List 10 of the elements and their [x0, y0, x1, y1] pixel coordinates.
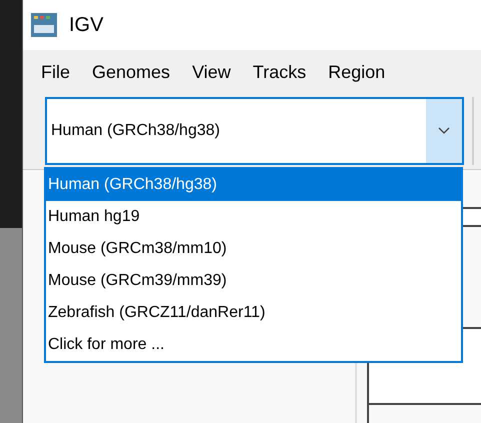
menu-item[interactable]: View [192, 59, 231, 86]
app-logo-icon [31, 13, 57, 37]
menu-item[interactable]: Genomes [92, 59, 170, 86]
chevron-down-icon [438, 127, 450, 135]
window-title: IGV [69, 13, 104, 38]
genome-select[interactable]: Human (GRCh38/hg38) [45, 97, 464, 165]
menu-item[interactable]: Region [328, 59, 386, 86]
dropdown-option[interactable]: Human (GRCh38/hg38) [46, 169, 461, 201]
menu-item[interactable]: File [41, 59, 70, 86]
menu-item[interactable]: Tracks [252, 59, 306, 86]
